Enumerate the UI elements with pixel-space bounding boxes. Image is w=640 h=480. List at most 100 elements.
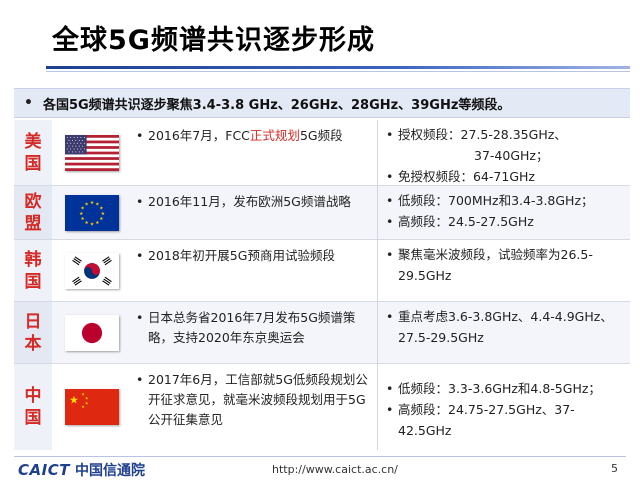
policy-cell-japan: • 日本总务省2016年7月发布5G频谱策略，支持2020年东京奥运会: [132, 302, 378, 363]
country-label-korea: 韩 国: [14, 240, 52, 301]
policy-text-part: 2016年7月，FCC: [148, 128, 250, 143]
slide-footer: CAICT 中国信通院 http://www.caict.ac.cn/ 5: [0, 456, 640, 480]
footer-url[interactable]: http://www.caict.ac.cn/: [272, 463, 398, 476]
summary-bar: • 各国5G频谱共识逐步聚焦3.4-3.8 GHz、26GHz、28GHz、39…: [14, 88, 630, 118]
bullet-dot: •: [136, 128, 144, 143]
svg-text:★: ★: [90, 221, 94, 227]
band-text: 免授权频段：64-71GHz: [398, 169, 535, 184]
svg-text:★: ★: [81, 216, 85, 222]
country-table: 美 国 • 2016年7月，FCC正式规划5G频段 • 授权频段：27.5-28…: [14, 120, 630, 450]
country-label-china: 中 国: [14, 364, 52, 450]
bullet-line: • 免授权频段：64-71GHz: [386, 166, 626, 187]
table-row-korea: 韩 国 • 2018年初开展5G预商用试验频段 • 聚焦毫米波频段，试验频率为2…: [14, 240, 630, 302]
bullet-dot: •: [386, 214, 394, 229]
country-char: 中: [24, 386, 42, 406]
svg-text:★: ★: [99, 205, 103, 211]
flag-cell: [52, 302, 132, 363]
bullet-dot: •: [386, 127, 394, 142]
bullet-line: • 2016年11月，发布欧洲5G频谱战略: [136, 192, 371, 212]
bullet-dot: •: [386, 169, 394, 184]
flag-cell: [52, 120, 132, 185]
table-row-china: 中 国 ★ ★ ★ ★ ★ • 2017年6月，工信部就5G低频段规划公开征求意见…: [14, 364, 630, 450]
bullet-dot: •: [386, 193, 394, 208]
title-underline: [46, 66, 630, 69]
policy-text: 2016年7月，FCC正式规划5G频段: [148, 126, 343, 146]
svg-text:★: ★: [90, 200, 94, 206]
logo-en-text: CAICT: [18, 461, 70, 479]
svg-text:★: ★: [79, 210, 83, 216]
us-flag-icon: [65, 134, 119, 171]
band-text-continued: 37-40GHz；: [474, 148, 549, 163]
bullet-icon: •: [24, 95, 33, 111]
flag-cell: ★ ★ ★ ★ ★: [52, 364, 132, 450]
svg-text:★: ★: [95, 201, 99, 207]
bullet-line: • 聚焦毫米波频段，试验频率为26.5-29.5GHz: [386, 244, 626, 286]
svg-text:★: ★: [85, 400, 89, 405]
bullet-dot: •: [386, 247, 394, 262]
band-text: 聚焦毫米波频段，试验频率为26.5-29.5GHz: [398, 247, 593, 283]
band-cell-china: • 低频段：3.3-3.6GHz和4.8-5GHz； • 高频段：24.75-27.…: [378, 364, 630, 450]
country-char: 欧: [24, 191, 42, 212]
country-label-japan: 日 本: [14, 302, 52, 363]
cn-flag-icon: ★ ★ ★ ★ ★: [65, 389, 119, 425]
country-label-usa: 美 国: [14, 120, 52, 185]
country-char: 本: [24, 333, 42, 354]
bullet-dot: •: [136, 310, 144, 325]
country-char: 韩: [24, 249, 42, 270]
slide-header: 全球5G频谱共识逐步形成: [0, 0, 640, 82]
flag-cell: [52, 240, 132, 301]
jp-flag-icon: [65, 314, 119, 351]
band-text: 高频段：24.75-27.5GHz、37-42.5GHz: [398, 402, 575, 438]
country-char: 国: [24, 408, 42, 428]
flag-cell: ★ ★ ★ ★ ★ ★ ★ ★ ★ ★ ★ ★: [52, 186, 132, 239]
bullet-line: • 高频段：24.75-27.5GHz、37-42.5GHz: [386, 399, 626, 441]
policy-text: 2017年6月，工信部就5G低频段规划公开征求意见，就毫米波频段规划用于5G公开…: [148, 372, 368, 427]
svg-text:★: ★: [95, 220, 99, 226]
policy-cell-eu: • 2016年11月，发布欧洲5G频谱战略: [132, 186, 378, 239]
svg-text:★: ★: [84, 220, 88, 226]
page-number: 5: [611, 462, 618, 475]
svg-text:★: ★: [85, 395, 89, 400]
logo-cn-text: 中国信通院: [74, 463, 145, 479]
country-label-eu: 欧 盟: [14, 186, 52, 239]
policy-cell-korea: • 2018年初开展5G预商用试验频段: [132, 240, 378, 301]
band-text: 高频段：24.5-27.5GHz: [398, 214, 534, 229]
bullet-line: • 日本总务省2016年7月发布5G频谱策略，支持2020年东京奥运会: [136, 308, 371, 348]
band-text: 低频段：700MHz和3.4-3.8GHz；: [398, 193, 594, 208]
policy-text: 2016年11月，发布欧洲5G频谱战略: [148, 194, 351, 209]
country-char: 国: [24, 271, 42, 292]
bullet-line: • 低频段：700MHz和3.4-3.8GHz；: [386, 190, 626, 211]
country-char: 盟: [24, 213, 42, 234]
band-cell-korea: • 聚焦毫米波频段，试验频率为26.5-29.5GHz: [378, 240, 630, 301]
policy-text: 2018年初开展5G预商用试验频段: [148, 248, 335, 263]
band-text: 低频段：3.3-3.6GHz和4.8-5GHz；: [398, 381, 601, 396]
footer-divider: [14, 456, 626, 457]
svg-text:★: ★: [69, 393, 79, 406]
bullet-dot: •: [136, 194, 144, 209]
bullet-dot: •: [386, 402, 394, 417]
band-cell-usa: • 授权频段：27.5-28.35GHz、 37-40GHz； • 免授权频段：64…: [378, 120, 630, 185]
summary-text: 各国5G频谱共识逐步聚焦3.4-3.8 GHz、26GHz、28GHz、39GH…: [42, 97, 511, 113]
eu-flag-icon: ★ ★★★ ★★★★ ★★★★: [65, 194, 119, 231]
kr-flag-icon: [65, 252, 119, 289]
svg-text:★: ★: [101, 210, 105, 216]
svg-text:★: ★: [81, 205, 85, 211]
page-title: 全球5G频谱共识逐步形成: [52, 25, 375, 56]
band-cell-eu: • 低频段：700MHz和3.4-3.8GHz； • 高频段：24.5-27.5GH…: [378, 186, 630, 239]
bullet-dot: •: [386, 309, 394, 324]
bullet-line: • 低频段：3.3-3.6GHz和4.8-5GHz；: [386, 378, 626, 399]
bullet-dot: •: [136, 372, 144, 387]
bullet-line: • 2017年6月，工信部就5G低频段规划公开征求意见，就毫米波频段规划用于5G公…: [136, 370, 371, 430]
band-text: 授权频段：27.5-28.35GHz、: [398, 127, 567, 142]
country-char: 美: [24, 131, 42, 152]
bullet-line: • 重点考虑3.6-3.8GHz、4.4-4.9GHz、27.5-29.5GHz: [386, 306, 626, 348]
country-char: 日: [24, 311, 42, 332]
country-char: 国: [24, 153, 42, 174]
caict-logo: CAICT 中国信通院: [18, 460, 145, 480]
band-cell-japan: • 重点考虑3.6-3.8GHz、4.4-4.9GHz、27.5-29.5GHz: [378, 302, 630, 363]
table-row-japan: 日 本 • 日本总务省2016年7月发布5G频谱策略，支持2020年东京奥运会 •…: [14, 302, 630, 364]
policy-text: 日本总务省2016年7月发布5G频谱策略，支持2020年东京奥运会: [148, 310, 356, 345]
svg-text:★: ★: [84, 201, 88, 207]
table-row-eu: 欧 盟 ★ ★ ★ ★ ★ ★ ★ ★ ★ ★ ★ ★ • 2016年11月，发布欧洲5G频谱战略 …: [14, 186, 630, 240]
bullet-dot: •: [136, 248, 144, 263]
